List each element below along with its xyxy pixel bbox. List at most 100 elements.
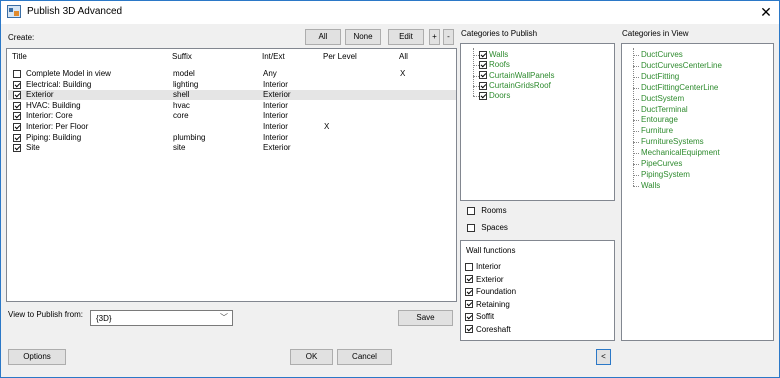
wall-functions-label: Wall functions — [466, 246, 516, 255]
wall-function-option[interactable]: Coreshaft — [465, 325, 511, 335]
table-row[interactable]: Interior: Core core Interior — [8, 111, 456, 121]
category-label: Doors — [489, 91, 511, 101]
category-view-item[interactable]: DuctSystem — [641, 94, 684, 104]
category-view-item[interactable]: FurnitureSystems — [641, 137, 704, 147]
row-checkbox[interactable] — [13, 101, 21, 110]
tree-connector — [633, 55, 639, 56]
cell-title: Interior: Per Floor — [26, 122, 89, 131]
table-row[interactable]: HVAC: Building hvac Interior — [8, 101, 456, 111]
cell-intext: Exterior — [263, 90, 291, 100]
select-none-button[interactable]: None — [345, 29, 381, 45]
row-checkbox[interactable] — [13, 144, 21, 153]
wall-function-checkbox[interactable] — [465, 287, 473, 296]
row-checkbox[interactable] — [13, 70, 21, 78]
wall-function-checkbox[interactable] — [465, 262, 473, 271]
category-view-item[interactable]: DuctTerminal — [641, 105, 688, 115]
table-row[interactable]: Complete Model in view model Any X — [8, 69, 456, 79]
category-view-item[interactable]: DuctCurves — [641, 50, 683, 60]
tree-connector — [473, 65, 479, 67]
category-checkbox[interactable] — [479, 92, 487, 101]
col-suffix: Suffix — [172, 52, 192, 61]
row-checkbox[interactable] — [13, 91, 21, 100]
row-checkbox[interactable] — [13, 123, 21, 131]
spaces-option[interactable]: Spaces — [467, 223, 508, 232]
grid-header: Title Suffix Int/Ext Per Level All — [7, 49, 456, 63]
wall-function-option[interactable]: Foundation — [465, 287, 516, 297]
row-checkbox[interactable] — [13, 80, 21, 89]
category-checkbox[interactable] — [479, 50, 487, 59]
tree-connector — [633, 109, 639, 111]
ok-button[interactable]: OK — [290, 349, 333, 365]
view-publish-select[interactable]: {3D} ﹀ — [90, 310, 233, 326]
edit-button[interactable]: Edit — [388, 29, 424, 45]
categories-in-view-tree[interactable]: DuctCurves DuctCurvesCenterLine DuctFittin… — [621, 43, 774, 341]
cell-title: Site — [26, 143, 40, 153]
row-checkbox[interactable] — [13, 112, 21, 121]
col-perlevel: Per Level — [323, 52, 357, 61]
wall-function-checkbox[interactable] — [465, 325, 473, 334]
table-row[interactable]: Exterior shell Exterior — [8, 90, 456, 101]
category-checkbox[interactable] — [479, 61, 487, 70]
category-view-item[interactable]: PipeCurves — [641, 159, 682, 169]
col-title: Title — [12, 52, 27, 61]
publish-dialog: Publish 3D Advanced ✕ Create: All None E… — [0, 0, 780, 378]
category-checkbox[interactable] — [479, 81, 487, 90]
remove-button[interactable]: - — [443, 29, 454, 45]
collapse-button[interactable]: < — [596, 349, 611, 365]
spaces-checkbox[interactable] — [467, 223, 475, 232]
options-button[interactable]: Options — [8, 349, 66, 365]
tree-connector — [473, 75, 479, 77]
table-row[interactable]: Piping: Building plumbing Interior — [8, 133, 456, 143]
cell-all: X — [400, 69, 406, 78]
category-checkbox[interactable] — [479, 71, 487, 80]
category-view-item[interactable]: DuctFitting — [641, 72, 679, 82]
table-row[interactable]: Site site Exterior — [8, 143, 456, 153]
rooms-option[interactable]: Rooms — [467, 206, 507, 215]
category-publish-item[interactable]: Doors — [479, 91, 510, 101]
category-view-item[interactable]: Furniture — [641, 126, 673, 136]
rooms-label: Rooms — [481, 206, 507, 215]
wall-function-option[interactable]: Soffit — [465, 312, 494, 322]
add-button[interactable]: + — [429, 29, 440, 45]
wall-function-label: Interior — [476, 262, 501, 271]
category-view-item[interactable]: Entourage — [641, 115, 678, 125]
cell-suffix: shell — [173, 90, 190, 100]
categories-to-publish-tree[interactable]: Walls Roofs CurtainWallPanels CurtainGridsR… — [460, 43, 615, 201]
wall-function-label: Foundation — [476, 287, 517, 296]
wall-function-label: Coreshaft — [476, 324, 511, 334]
categories-to-publish-label: Categories to Publish — [461, 29, 538, 38]
chevron-down-icon: ﹀ — [220, 313, 228, 322]
category-publish-item[interactable]: CurtainGridsRoof — [479, 81, 551, 91]
tree-connector — [633, 98, 639, 100]
tree-connector — [633, 153, 639, 155]
category-view-item[interactable]: MechanicalEquipment — [641, 148, 720, 158]
tree-connector — [473, 96, 479, 98]
tree-connector — [473, 55, 479, 56]
category-view-item[interactable]: DuctCurvesCenterLine — [641, 61, 722, 71]
category-publish-item[interactable]: Roofs — [479, 60, 510, 70]
wall-function-option[interactable]: Interior — [465, 262, 501, 272]
close-icon[interactable]: ✕ — [757, 3, 775, 21]
category-publish-item[interactable]: Walls — [479, 50, 508, 60]
category-view-item[interactable]: DuctFittingCenterLine — [641, 83, 718, 93]
wall-function-option[interactable]: Exterior — [465, 275, 504, 285]
category-publish-item[interactable]: CurtainWallPanels — [479, 71, 555, 81]
tree-connector — [633, 142, 639, 144]
cancel-button[interactable]: Cancel — [337, 349, 392, 365]
create-grid[interactable]: Title Suffix Int/Ext Per Level All Compl… — [6, 48, 457, 302]
wall-function-checkbox[interactable] — [465, 275, 473, 284]
cell-title: Complete Model in view — [26, 69, 111, 78]
save-button[interactable]: Save — [398, 310, 453, 326]
view-publish-label: View to Publish from: — [8, 310, 83, 319]
wall-function-checkbox[interactable] — [465, 300, 473, 309]
rooms-checkbox[interactable] — [467, 206, 475, 215]
table-row[interactable]: Electrical: Building lighting Interior — [8, 80, 456, 90]
wall-function-checkbox[interactable] — [465, 312, 473, 321]
wall-function-option[interactable]: Retaining — [465, 300, 510, 310]
table-row[interactable]: Interior: Per Floor Interior X — [8, 122, 456, 132]
category-view-item[interactable]: Walls — [641, 181, 660, 191]
view-publish-value: {3D} — [96, 314, 112, 323]
row-checkbox[interactable] — [13, 133, 21, 142]
category-view-item[interactable]: PipingSystem — [641, 170, 690, 180]
select-all-button[interactable]: All — [305, 29, 341, 45]
